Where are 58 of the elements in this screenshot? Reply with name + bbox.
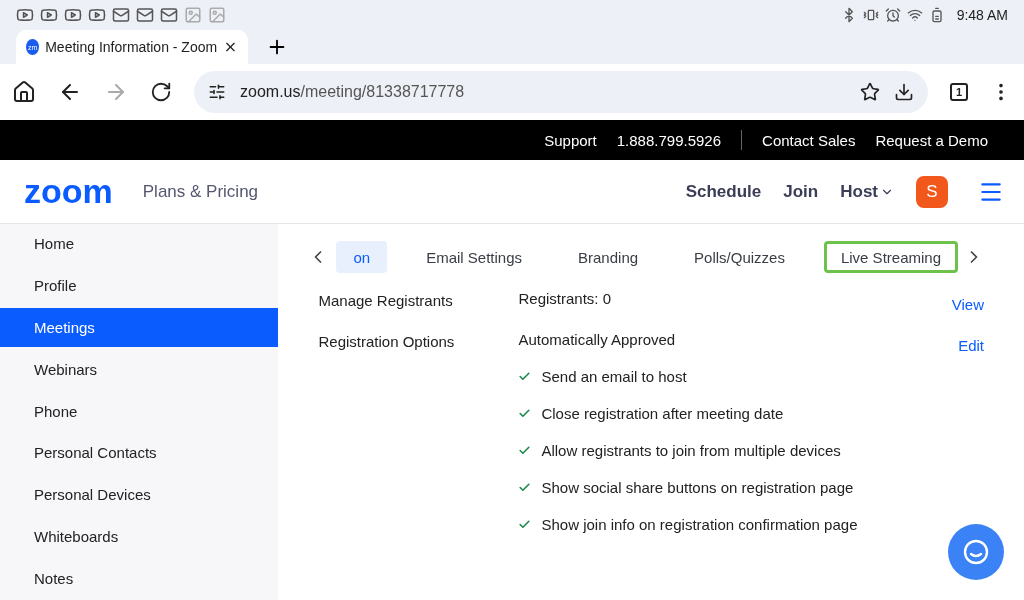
row-value: Automatically Approved xyxy=(518,331,677,348)
chat-icon xyxy=(963,539,989,565)
option-text: Close registration after meeting date xyxy=(541,405,784,422)
image-icon xyxy=(208,6,226,24)
wifi-icon xyxy=(906,7,923,23)
image-icon xyxy=(184,6,202,24)
row-label: Registration Options xyxy=(318,332,456,352)
reload-icon[interactable] xyxy=(150,81,172,103)
option-text: Allow registrants to join from multiple devices xyxy=(541,442,841,459)
logo[interactable]: zoom xyxy=(24,172,113,211)
url-text: zoom.us/meeting/81338717778 xyxy=(240,83,466,101)
address-bar[interactable]: zoom.us/meeting/81338717778 xyxy=(194,71,928,113)
tab[interactable]: Polls/Quizzes xyxy=(677,241,802,273)
top-link[interactable]: 1.888.799.5926 xyxy=(606,131,732,149)
site-settings-icon[interactable] xyxy=(208,83,226,101)
option-text: Show social share buttons on registration page xyxy=(541,479,854,496)
nav-link[interactable]: Plans & Pricing xyxy=(142,181,259,202)
clock-time: 9:48 AM xyxy=(956,7,1008,23)
chat-button[interactable] xyxy=(948,524,1004,580)
star-icon[interactable] xyxy=(860,82,880,102)
mail-icon xyxy=(112,6,130,24)
nav-link[interactable]: Host xyxy=(840,181,894,202)
tab[interactable]: Email Settings xyxy=(409,241,539,273)
sidebar-item[interactable]: Meetings xyxy=(0,307,279,348)
option-text: Send an email to host xyxy=(541,368,687,385)
youtube-icon xyxy=(64,6,82,24)
nav-link[interactable]: Join xyxy=(783,181,819,202)
download-icon[interactable] xyxy=(894,82,914,102)
mail-icon xyxy=(160,6,178,24)
row-value: Registrants: 0 xyxy=(518,290,612,307)
youtube-icon xyxy=(88,6,106,24)
top-link[interactable]: Support xyxy=(534,131,607,149)
action-link[interactable]: View xyxy=(951,296,984,313)
sidebar-item[interactable]: Notes xyxy=(0,558,279,599)
sidebar-item[interactable]: Phone xyxy=(0,391,279,431)
tab[interactable]: Branding xyxy=(561,241,656,273)
tab[interactable]: on xyxy=(336,241,388,273)
option-text: Show join info on registration confirmation page xyxy=(541,516,858,533)
nav-link[interactable]: Schedule xyxy=(685,181,762,202)
alarm-icon xyxy=(884,7,901,23)
sidebar-item[interactable]: Webinars xyxy=(0,349,279,390)
top-link[interactable]: Contact Sales xyxy=(752,131,866,149)
top-link[interactable]: Request a Demo xyxy=(865,131,998,149)
row-label: Manage Registrants xyxy=(318,291,454,311)
mail-icon xyxy=(136,6,154,24)
home-icon[interactable] xyxy=(12,80,36,104)
tab[interactable]: Live Streaming xyxy=(823,241,958,273)
action-link[interactable]: Edit xyxy=(958,337,984,354)
youtube-icon xyxy=(16,6,34,24)
tab-title: Meeting Information - Zoom xyxy=(45,39,218,55)
tab-count[interactable]: 1 xyxy=(950,83,968,101)
sidebar-item[interactable]: Home xyxy=(0,224,279,264)
youtube-icon xyxy=(40,6,58,24)
vibrate-icon xyxy=(862,7,879,23)
sidebar-item[interactable]: Profile xyxy=(0,265,279,306)
sidebar-item[interactable]: Whiteboards xyxy=(0,516,279,557)
sidebar-item[interactable]: Personal Contacts xyxy=(0,432,279,473)
sidebar-item[interactable]: Personal Devices xyxy=(0,474,279,515)
